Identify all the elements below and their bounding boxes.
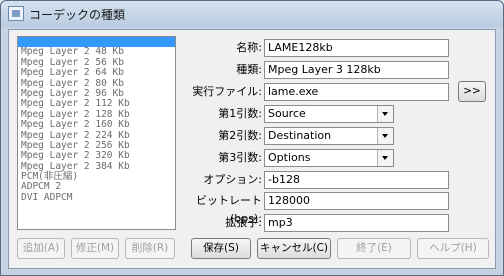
list-item[interactable]: Mpeg Layer 2 160 Kb (18, 119, 175, 130)
browse-button-label: >> (463, 85, 481, 97)
arg3-value: Options (268, 151, 311, 164)
arg2-value: Destination (268, 129, 332, 142)
option-label: オプション: (203, 173, 262, 186)
title-bar[interactable]: コーデックの種類 (1, 1, 503, 27)
exe-label: 実行ファイル: (192, 85, 262, 98)
dialog-client-area: Mpeg Layer 2 48 Kb Mpeg Layer 2 56 Kb Mpeg… (8, 29, 496, 269)
bitrate-field[interactable]: 128000 (264, 192, 449, 210)
option-field[interactable]: -b128 (264, 171, 449, 189)
bitrate-label: ビットレート (bps): (196, 194, 262, 225)
type-field[interactable]: Mpeg Layer 3 128kb (264, 61, 449, 79)
delete-button[interactable]: 削除(R) (125, 238, 175, 259)
window-title: コーデックの種類 (29, 8, 126, 22)
arg1-value: Source (268, 107, 306, 120)
list-item[interactable]: Mpeg Layer 2 64 Kb (18, 67, 175, 78)
list-item[interactable]: DVI ADPCM (18, 192, 175, 203)
arg3-label: 第3引数: (218, 151, 262, 164)
cancel-button[interactable]: キャンセル(C) (257, 238, 331, 259)
type-label: 種類: (236, 63, 262, 76)
app-window-icon (8, 6, 24, 21)
ext-label: 拡張子: (225, 216, 262, 229)
chevron-down-icon[interactable] (377, 150, 393, 166)
browse-button[interactable]: >> (458, 81, 486, 102)
name-label: 名称: (236, 41, 262, 54)
codec-dialog: コーデックの種類 Mpeg Layer 2 48 Kb Mpeg Layer 2 … (0, 0, 504, 276)
codec-listbox[interactable]: Mpeg Layer 2 48 Kb Mpeg Layer 2 56 Kb Mpeg… (17, 36, 176, 230)
exe-field[interactable]: lame.exe (264, 83, 449, 101)
arg1-label: 第1引数: (218, 107, 262, 120)
arg3-select[interactable]: Options (264, 149, 394, 167)
arg2-select[interactable]: Destination (264, 127, 394, 145)
help-button[interactable]: ヘルプ(H) (417, 238, 489, 259)
chevron-down-icon[interactable] (377, 128, 393, 144)
add-button[interactable]: 追加(A) (17, 238, 65, 259)
finish-button[interactable]: 終了(E) (337, 238, 411, 259)
chevron-down-icon[interactable] (377, 106, 393, 122)
save-button[interactable]: 保存(S) (191, 238, 251, 259)
arg1-select[interactable]: Source (264, 105, 394, 123)
ext-field[interactable]: mp3 (264, 214, 449, 232)
arg2-label: 第2引数: (218, 129, 262, 142)
modify-button[interactable]: 修正(M) (71, 238, 119, 259)
name-field[interactable]: LAME128kb (264, 39, 449, 57)
